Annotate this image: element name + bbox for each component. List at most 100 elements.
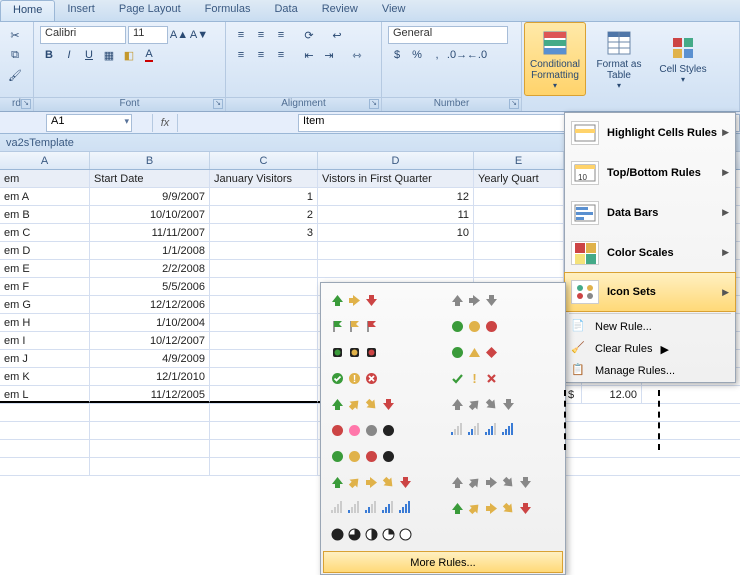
- dialog-launcher-icon[interactable]: ↘: [369, 99, 379, 109]
- italic-button[interactable]: I: [60, 46, 78, 64]
- iconset-glyph: [450, 371, 464, 385]
- decrease-indent-button[interactable]: ⇤: [300, 46, 318, 64]
- iconset-glyph: [364, 449, 378, 463]
- icon-sets-icon: [571, 280, 599, 304]
- comma-button[interactable]: ,: [428, 46, 446, 64]
- font-name-combo[interactable]: Calibri: [40, 26, 126, 44]
- font-size-combo[interactable]: 11: [128, 26, 168, 44]
- number-format-combo[interactable]: General: [388, 26, 508, 44]
- group-alignment: ≡ ≡ ≡ ⟳ ↩ ≡ ≡ ≡ ⇤ ⇥ ⇿ Alignment↘: [226, 22, 382, 111]
- align-center-button[interactable]: ≡: [252, 46, 270, 64]
- icon-set-option[interactable]: [447, 393, 559, 415]
- increase-indent-button[interactable]: ⇥: [320, 46, 338, 64]
- tab-review[interactable]: Review: [310, 0, 370, 21]
- menu-icon-sets[interactable]: Icon Sets▶: [564, 272, 736, 312]
- percent-button[interactable]: %: [408, 46, 426, 64]
- fill-color-button[interactable]: ◧: [120, 46, 138, 64]
- iconset-glyph: [467, 501, 481, 515]
- align-bottom-button[interactable]: ≡: [272, 26, 290, 44]
- icon-set-option[interactable]: [327, 419, 439, 441]
- tab-view[interactable]: View: [370, 0, 418, 21]
- grow-font-button[interactable]: A▲: [170, 26, 188, 44]
- tab-formulas[interactable]: Formulas: [193, 0, 263, 21]
- menu-highlight-cells-rules[interactable]: Highlight Cells Rules▶: [565, 113, 735, 153]
- icon-set-option[interactable]: [327, 393, 439, 415]
- icon-set-option[interactable]: [327, 497, 439, 519]
- cut-button[interactable]: ✂: [6, 26, 24, 44]
- col-header[interactable]: E: [474, 152, 564, 169]
- icon-set-option[interactable]: [327, 315, 439, 337]
- shrink-font-button[interactable]: A▼: [190, 26, 208, 44]
- icon-set-option[interactable]: [327, 445, 439, 467]
- align-middle-button[interactable]: ≡: [252, 26, 270, 44]
- orientation-button[interactable]: ⟳: [300, 26, 318, 44]
- align-right-button[interactable]: ≡: [272, 46, 290, 64]
- underline-button[interactable]: U: [80, 46, 98, 64]
- bold-button[interactable]: B: [40, 46, 58, 64]
- iconset-glyph: [330, 501, 344, 515]
- iconset-glyph: [364, 371, 378, 385]
- iconset-glyph: [501, 475, 515, 489]
- col-header[interactable]: B: [90, 152, 210, 169]
- menu-data-bars[interactable]: Data Bars▶: [565, 193, 735, 233]
- icon-set-option[interactable]: [327, 471, 439, 493]
- iconset-glyph: [518, 501, 532, 515]
- dialog-launcher-icon[interactable]: ↘: [21, 99, 31, 109]
- menu-manage-rules[interactable]: 📋Manage Rules...: [565, 360, 735, 382]
- icon-set-option[interactable]: [447, 471, 559, 493]
- conditional-formatting-button[interactable]: Conditional Formatting▾: [524, 22, 586, 96]
- iconset-glyph: [364, 475, 378, 489]
- cell-styles-button[interactable]: Cell Styles▾: [652, 22, 714, 96]
- icon-set-option[interactable]: [447, 497, 559, 519]
- icon-set-option[interactable]: [327, 523, 439, 545]
- copy-button[interactable]: ⧉: [6, 46, 24, 64]
- fx-icon[interactable]: fx: [152, 114, 178, 132]
- increase-decimal-button[interactable]: .0→: [448, 46, 466, 64]
- currency-button[interactable]: $: [388, 46, 406, 64]
- dialog-launcher-icon[interactable]: ↘: [509, 99, 519, 109]
- menu-top-bottom-rules[interactable]: 10 Top/Bottom Rules▶: [565, 153, 735, 193]
- iconset-glyph: [364, 319, 378, 333]
- iconset-glyph: [450, 345, 464, 359]
- iconset-glyph: [347, 423, 361, 437]
- clear-rules-icon: 🧹: [571, 341, 587, 357]
- dialog-launcher-icon[interactable]: ↘: [213, 99, 223, 109]
- iconset-glyph: [347, 397, 361, 411]
- tab-home[interactable]: Home: [0, 0, 55, 21]
- col-header[interactable]: A: [0, 152, 90, 169]
- align-top-button[interactable]: ≡: [232, 26, 250, 44]
- col-header[interactable]: C: [210, 152, 318, 169]
- format-as-table-button[interactable]: Format as Table▾: [588, 22, 650, 96]
- merge-center-button[interactable]: ⇿: [348, 46, 366, 64]
- tab-page-layout[interactable]: Page Layout: [107, 0, 193, 21]
- iconset-glyph: [484, 397, 498, 411]
- iconset-glyph: [484, 371, 498, 385]
- icon-set-option[interactable]: [447, 315, 559, 337]
- iconset-glyph: [381, 449, 395, 463]
- icon-set-option[interactable]: !: [447, 367, 559, 389]
- more-rules-button[interactable]: More Rules...: [323, 551, 563, 573]
- iconset-glyph: [467, 475, 481, 489]
- iconset-glyph: [364, 501, 378, 515]
- icon-set-option[interactable]: [447, 341, 559, 363]
- iconset-glyph: [484, 501, 498, 515]
- icon-set-option[interactable]: [327, 341, 439, 363]
- decrease-decimal-button[interactable]: ←.0: [468, 46, 486, 64]
- icon-set-option[interactable]: [447, 289, 559, 311]
- menu-clear-rules[interactable]: 🧹Clear Rules▶: [565, 338, 735, 360]
- icon-set-option[interactable]: [447, 419, 559, 441]
- tab-data[interactable]: Data: [262, 0, 309, 21]
- icon-set-option[interactable]: !: [327, 367, 439, 389]
- icon-set-option[interactable]: [327, 289, 439, 311]
- wrap-text-button[interactable]: ↩: [328, 26, 346, 44]
- format-painter-button[interactable]: 🖌: [6, 66, 24, 84]
- border-button[interactable]: ▦: [100, 46, 118, 64]
- iconset-glyph: [450, 293, 464, 307]
- name-box[interactable]: A1: [46, 114, 132, 132]
- align-left-button[interactable]: ≡: [232, 46, 250, 64]
- menu-color-scales[interactable]: Color Scales▶: [565, 233, 735, 273]
- menu-new-rule[interactable]: 📄New Rule...: [565, 316, 735, 338]
- font-color-button[interactable]: A: [140, 46, 158, 64]
- tab-insert[interactable]: Insert: [55, 0, 107, 21]
- col-header[interactable]: D: [318, 152, 474, 169]
